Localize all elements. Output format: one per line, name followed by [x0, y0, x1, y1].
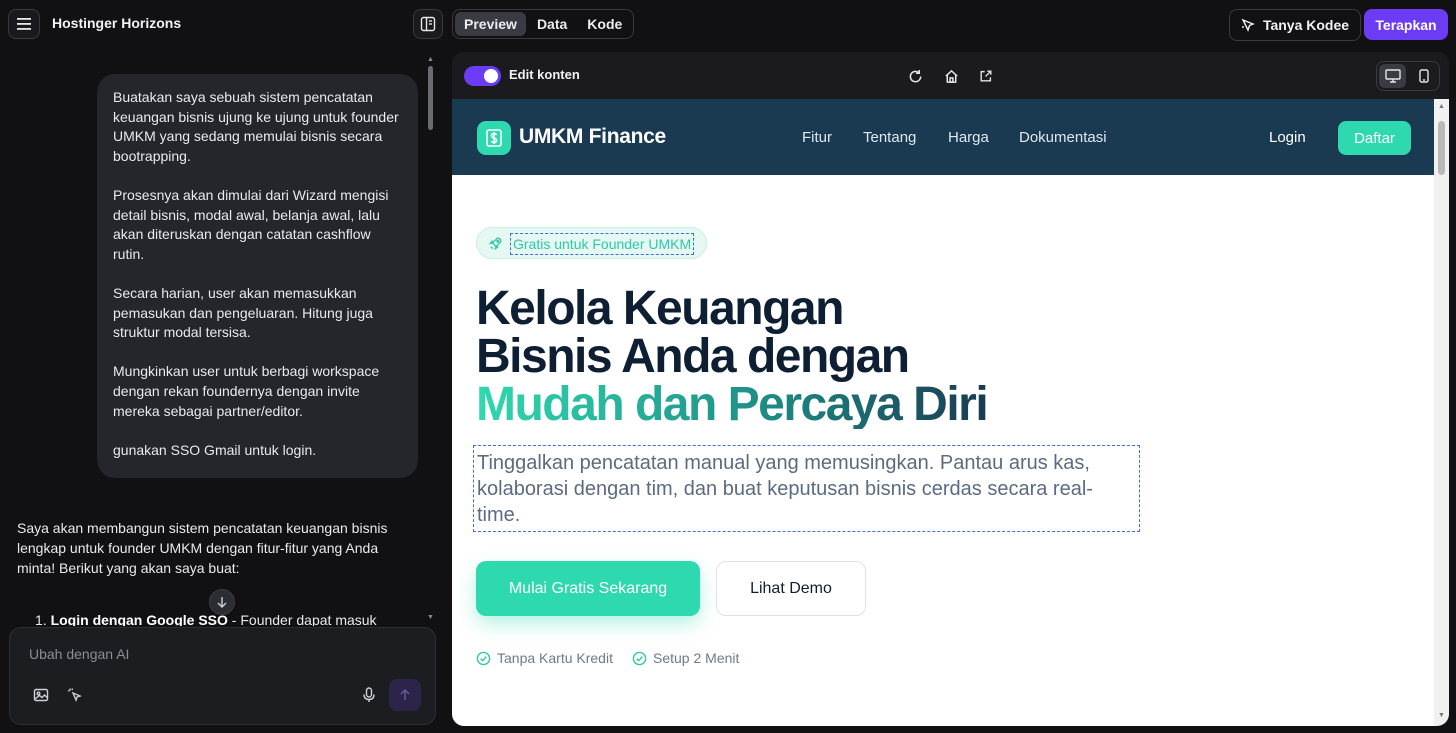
ask-kodee-button[interactable]: Tanya Kodee	[1229, 9, 1361, 41]
app-title: Hostinger Horizons	[52, 15, 182, 31]
hero-subtitle[interactable]: Tinggalkan pencatatan manual yang memusi…	[473, 445, 1140, 532]
dollar-icon	[486, 129, 502, 147]
arrow-up-icon	[400, 689, 410, 700]
website-scrollbar[interactable]: ▲ ▼	[1434, 99, 1449, 726]
feature-label: Tanpa Kartu Kredit	[497, 650, 613, 666]
select-element-button[interactable]	[64, 684, 86, 706]
device-switcher	[1376, 61, 1440, 91]
menu-icon	[17, 18, 31, 30]
apply-button[interactable]: Terapkan	[1364, 9, 1448, 40]
tab-code[interactable]: Kode	[578, 12, 631, 36]
website-scrollbar-thumb[interactable]	[1438, 121, 1445, 175]
preview-panel: Edit konten UMKM Finance Fitur Tentang H…	[452, 52, 1449, 726]
send-button[interactable]	[389, 679, 421, 711]
toggle-panel-button[interactable]	[413, 9, 443, 39]
mobile-icon	[1418, 69, 1429, 83]
chat-messages[interactable]: Buatakan saya sebuah sistem pencatatan k…	[0, 48, 428, 626]
view-tabs: Preview Data Kode	[452, 9, 635, 39]
nav-link-dokumentasi[interactable]: Dokumentasi	[1019, 129, 1107, 146]
feature-no-credit-card: Tanpa Kartu Kredit	[476, 650, 613, 666]
panel-layout-icon	[420, 16, 436, 32]
feature-label: Setup 2 Menit	[653, 650, 740, 666]
scroll-down-arrow-icon[interactable]: ▼	[1438, 712, 1445, 719]
chat-panel: Buatakan saya sebuah sistem pencatatan k…	[0, 48, 440, 733]
kodee-sparkle-icon	[1241, 18, 1255, 32]
composer-input[interactable]	[29, 644, 409, 664]
hero-title-line-2: Bisnis Anda dengan	[476, 330, 910, 383]
check-circle-icon	[632, 651, 647, 665]
edit-content-label: Edit konten	[509, 67, 580, 82]
ask-kodee-label: Tanya Kodee	[1262, 17, 1350, 33]
home-icon	[944, 69, 958, 83]
website-preview[interactable]: UMKM Finance Fitur Tentang Harga Dokumen…	[452, 99, 1434, 726]
site-navbar: UMKM Finance Fitur Tentang Harga Dokumen…	[452, 99, 1434, 175]
composer	[9, 627, 436, 725]
microphone-icon	[363, 687, 375, 702]
check-circle-icon	[476, 651, 491, 665]
refresh-button[interactable]	[905, 66, 925, 86]
open-external-button[interactable]	[976, 66, 996, 86]
menu-button[interactable]	[8, 9, 40, 39]
toggle-knob	[484, 69, 498, 83]
voice-input-button[interactable]	[358, 684, 380, 706]
scroll-up-arrow-icon[interactable]: ▲	[1438, 103, 1445, 110]
badge-text[interactable]: Gratis untuk Founder UMKM	[510, 233, 695, 255]
scroll-up-arrow-icon[interactable]: ▲	[427, 56, 434, 63]
site-logo[interactable]	[477, 121, 511, 155]
chat-scrollbar-thumb[interactable]	[428, 66, 433, 130]
external-link-icon	[980, 70, 992, 82]
cursor-select-icon	[67, 688, 82, 702]
arrow-down-icon	[217, 597, 227, 608]
feature-quick-setup: Setup 2 Menit	[632, 650, 739, 666]
ai-list-item-text: - Founder dapat masuk	[227, 612, 377, 626]
refresh-icon	[909, 69, 921, 82]
top-bar: Hostinger Horizons Preview Data Kode Tan…	[0, 0, 1456, 48]
scroll-to-bottom-button[interactable]	[209, 589, 235, 615]
edit-content-toggle[interactable]	[464, 66, 501, 86]
image-icon	[33, 688, 49, 702]
nav-link-harga[interactable]: Harga	[948, 129, 989, 146]
scroll-down-arrow-icon[interactable]: ▼	[427, 614, 434, 621]
view-demo-button[interactable]: Lihat Demo	[716, 561, 866, 616]
nav-link-fitur[interactable]: Fitur	[802, 129, 832, 146]
start-free-button[interactable]: Mulai Gratis Sekarang	[476, 561, 700, 616]
attach-image-button[interactable]	[30, 684, 52, 706]
rocket-icon	[489, 237, 502, 250]
home-button[interactable]	[941, 66, 961, 86]
hero-badge: Gratis untuk Founder UMKM	[476, 227, 707, 259]
site-login-link[interactable]: Login	[1269, 129, 1306, 146]
user-message: Buatakan saya sebuah sistem pencatatan k…	[97, 74, 418, 478]
preview-toolbar: Edit konten	[452, 52, 1449, 99]
desktop-view-button[interactable]	[1379, 64, 1406, 88]
mobile-view-button[interactable]	[1410, 64, 1437, 88]
ai-message-intro: Saya akan membangun sistem pencatatan ke…	[17, 520, 388, 576]
hero-title-highlight: Mudah dan Percaya Diri	[476, 378, 989, 431]
nav-link-tentang[interactable]: Tentang	[863, 129, 916, 146]
tab-preview[interactable]: Preview	[455, 12, 526, 36]
app-root: Hostinger Horizons Preview Data Kode Tan…	[0, 0, 1456, 733]
tab-data[interactable]: Data	[528, 12, 576, 36]
hero-title-line-1: Kelola Keuangan	[476, 282, 844, 335]
site-brand[interactable]: UMKM Finance	[519, 125, 666, 149]
ai-list-item-title: Login dengan Google SSO	[50, 612, 228, 626]
chat-scrollbar[interactable]: ▲ ▼	[427, 56, 434, 626]
desktop-icon	[1384, 69, 1401, 83]
hero-title[interactable]: Kelola Keuangan Bisnis Anda dengan Mudah…	[476, 282, 989, 431]
site-signup-button[interactable]: Daftar	[1338, 121, 1411, 155]
